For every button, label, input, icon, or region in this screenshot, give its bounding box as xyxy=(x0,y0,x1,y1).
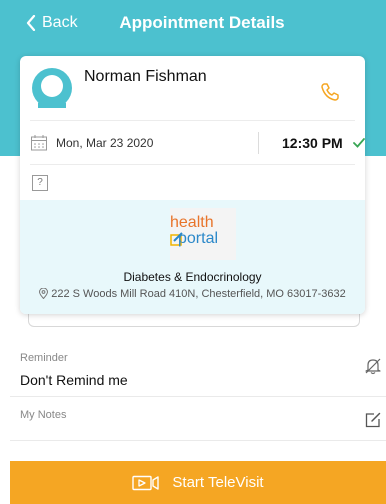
patient-name: Norman Fishman xyxy=(84,68,207,85)
avatar-icon xyxy=(32,68,72,108)
provider-panel: health portal Diabetes & Endocrinology 2… xyxy=(20,200,365,314)
page-title: Appointment Details xyxy=(119,13,285,32)
divider xyxy=(30,120,355,121)
appointment-time: 12:30 PM xyxy=(282,135,343,151)
start-televisit-button[interactable]: Start TeleVisit xyxy=(10,461,386,504)
reminder-label: Reminder xyxy=(20,352,68,364)
provider-specialty: Diabetes & Endocrinology xyxy=(123,270,262,284)
unknown-status-badge: ? xyxy=(32,175,48,191)
provider-address: 222 S Woods Mill Road 410N, Chesterfield… xyxy=(20,287,365,300)
divider xyxy=(10,440,386,441)
health-portal-logo: health portal xyxy=(170,208,236,260)
address-text: 222 S Woods Mill Road 410N, Chesterfield… xyxy=(51,288,346,300)
location-pin-icon xyxy=(39,287,49,300)
phone-icon[interactable] xyxy=(320,82,340,102)
date-time-separator xyxy=(258,132,259,154)
divider xyxy=(30,164,355,165)
reminder-value[interactable]: Don't Remind me xyxy=(20,372,128,388)
notes-label: My Notes xyxy=(20,409,67,421)
start-televisit-label: Start TeleVisit xyxy=(172,474,264,491)
divider xyxy=(10,396,386,397)
appointment-date: Mon, Mar 23 2020 xyxy=(56,136,154,150)
appointment-card: Norman Fishman Mon, Mar 23 2020 12:30 PM… xyxy=(20,56,365,314)
calendar-icon xyxy=(31,135,47,151)
bell-off-icon[interactable] xyxy=(364,357,382,375)
logo-text-bottom: portal xyxy=(178,230,219,247)
video-icon xyxy=(132,475,160,490)
edit-note-icon[interactable] xyxy=(364,411,382,429)
check-icon xyxy=(353,138,365,148)
